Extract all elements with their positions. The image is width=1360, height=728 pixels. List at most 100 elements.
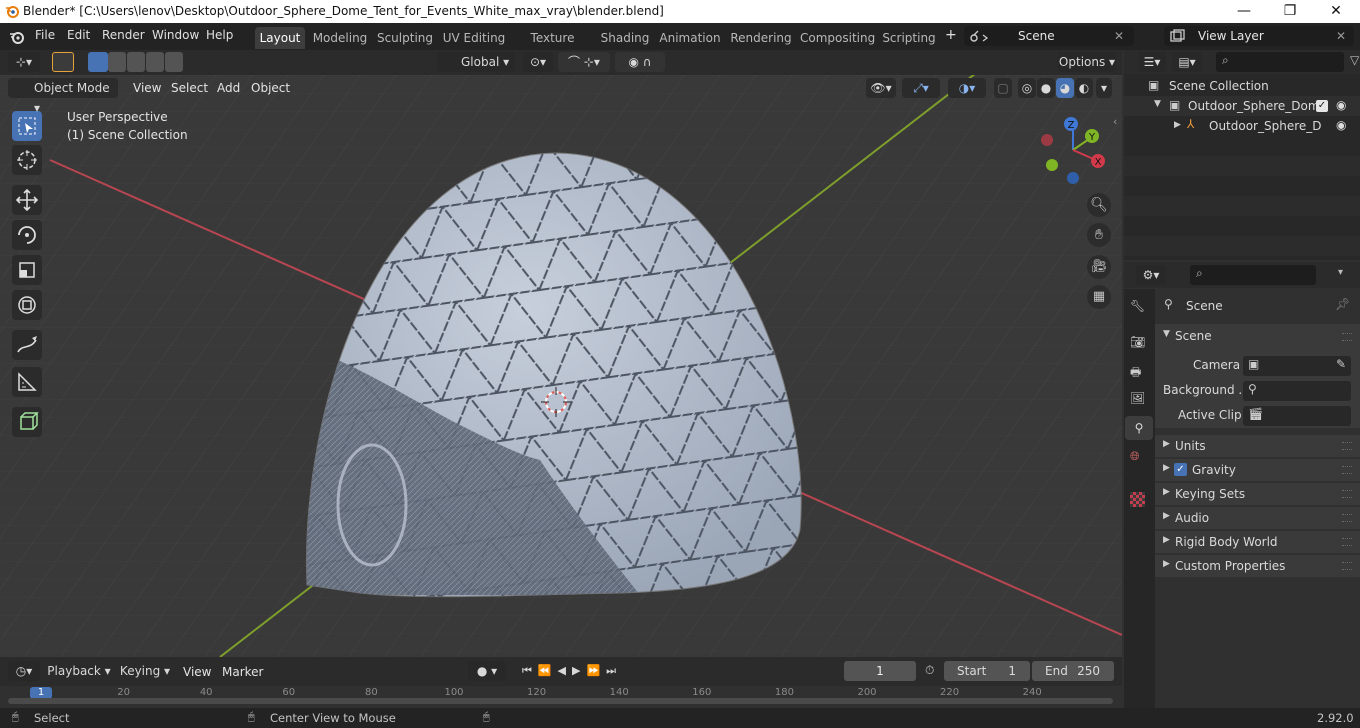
properties-options-icon[interactable]: ▾ [1338,267,1343,278]
annotate-tool-button[interactable] [12,330,42,360]
overlay-toggle[interactable]: ◑▾ [948,78,986,98]
minimize-button[interactable]: — [1221,0,1267,23]
viewport-menu-view[interactable]: View [133,81,161,95]
units-panel-header[interactable]: ▶ Units [1155,435,1360,457]
camera-field[interactable]: ▣ ✎ [1243,356,1351,376]
zoom-icon[interactable]: 🔍︎ [1087,193,1111,217]
blender-menu-icon[interactable] [9,29,25,45]
proportional-edit-toggle[interactable]: ◉ ∩ [615,52,665,72]
transform-orientation-dropdown[interactable]: Global ▾ [437,52,515,72]
scene-panel-header[interactable]: ▼ Scene [1155,324,1360,348]
tool-tab-icon[interactable]: 🔧︎ [1130,299,1145,313]
rotate-tool-button[interactable] [12,220,42,250]
close-window-button[interactable]: ✕ [1313,0,1359,23]
outliner-row-collection[interactable]: ▼ ▣ Outdoor_Sphere_Dome_T ✓ ◉ [1124,96,1360,116]
visibility-dropdown[interactable]: 👁︎▾ [866,78,896,98]
scale-tool-button[interactable] [12,255,42,285]
select-mode-subtract-icon[interactable] [127,52,145,72]
editor-type-button[interactable]: ⊹▾ [8,52,40,72]
visibility-eye-icon[interactable]: ◉ [1336,98,1346,112]
timeline-ruler[interactable]: 20 40 60 80 100 120 140 160 180 200 220 240 1 [0,686,1122,708]
audio-panel-header[interactable]: ▶ Audio [1155,507,1360,529]
outliner-search-input[interactable]: ⌕ [1216,52,1344,72]
outliner-editor-type[interactable]: ☰▾ [1138,52,1166,72]
add-workspace-button[interactable]: + [945,27,957,43]
scene-selector[interactable]: Scene ✕ [964,26,1134,46]
object-mode-dropdown[interactable]: Object Mode ▾ [8,78,118,115]
gravity-panel-header[interactable]: ▶ ✓ Gravity [1155,459,1360,481]
gizmo-toggle[interactable]: ⤢▾ [902,78,940,98]
material-shading-button[interactable]: ◕ [1056,78,1074,98]
collapse-arrow-icon[interactable]: ▶ [1174,120,1181,130]
outliner-row-root[interactable]: ▣ Scene Collection [1124,76,1360,96]
world-tab-icon[interactable]: 🌐︎ [1130,449,1140,464]
snap-toggle[interactable]: ⌒ ⊹▾ [558,52,610,72]
properties-editor-type[interactable]: ⚙▾ [1136,265,1166,285]
tab-rendering[interactable]: Rendering [730,27,792,49]
active-clip-field[interactable]: 🎬︎ [1243,406,1351,426]
timeline-marker-menu[interactable]: Marker [222,665,263,679]
timeline-view-menu[interactable]: View [183,665,211,679]
drag-grip-icon[interactable] [1342,514,1352,522]
pan-hand-icon[interactable]: ✋︎ [1087,223,1111,247]
drag-grip-icon[interactable] [1342,562,1352,570]
drag-grip-icon[interactable] [1342,490,1352,498]
output-tab-icon[interactable]: 🖶 [1130,363,1141,384]
timeline-scrollbar[interactable] [8,698,1113,704]
scene-delete-icon[interactable]: ✕ [1114,26,1124,46]
tab-scripting[interactable]: Scripting [881,27,937,49]
options-dropdown[interactable]: Options ▾ [1058,52,1116,72]
tab-animation[interactable]: Animation [658,27,722,49]
drag-grip-icon[interactable] [1342,442,1352,450]
sidebar-toggle-icon[interactable]: ‹ [1113,115,1117,128]
menu-help[interactable]: Help [206,28,233,42]
select-mode-extend-icon[interactable] [108,52,126,72]
view-layer-selector[interactable]: View Layer ✕ [1164,26,1354,46]
current-frame-field[interactable]: 1 [844,661,916,681]
filter-icon[interactable]: ▽ [1350,53,1359,67]
menu-window[interactable]: Window [152,28,199,42]
move-tool-button[interactable] [12,185,42,215]
drag-grip-icon[interactable] [1342,333,1352,341]
maximize-button[interactable]: ❐ [1267,0,1313,23]
add-cube-tool-button[interactable] [12,407,42,437]
xray-toggle[interactable]: ▢ [994,78,1012,98]
wireframe-shading-button[interactable]: ◎ [1018,78,1036,98]
cursor-tool-button[interactable] [12,145,42,175]
start-frame-field[interactable]: Start 1 [944,661,1030,681]
outliner-row-object[interactable]: ▶ ⅄ Outdoor_Sphere_Dor ◉ [1124,116,1360,136]
stopwatch-icon[interactable]: ⏱ [925,663,934,678]
exclude-checkbox[interactable]: ✓ [1316,100,1328,112]
measure-tool-button[interactable] [12,367,42,397]
pin-icon[interactable]: 📌︎ [1335,297,1350,311]
select-mode-intersect-icon[interactable] [165,52,183,72]
keying-menu[interactable]: Keying ▾ [116,661,174,681]
viewport-menu-select[interactable]: Select [171,81,208,95]
rendered-shading-button[interactable]: ◐ [1075,78,1093,98]
tab-texture-paint[interactable]: Texture Paint [514,27,591,67]
outliner-display-mode[interactable]: ▤▾ [1172,52,1202,72]
tab-shading[interactable]: Shading [598,27,652,49]
visibility-eye-icon[interactable]: ◉ [1336,118,1346,132]
viewport-menu-object[interactable]: Object [251,81,290,95]
select-mode-new-icon[interactable] [88,52,108,72]
drag-grip-icon[interactable] [1342,466,1352,474]
rigid-body-world-panel-header[interactable]: ▶ Rigid Body World [1155,531,1360,553]
pivot-point-dropdown[interactable]: ⊙▾ [523,52,553,72]
tab-compositing[interactable]: Compositing [800,27,875,49]
view-layer-delete-icon[interactable]: ✕ [1336,26,1346,46]
shading-options-dropdown[interactable]: ▾ [1096,78,1112,98]
gravity-checkbox[interactable]: ✓ [1174,463,1187,476]
menu-render[interactable]: Render [102,28,145,42]
end-frame-field[interactable]: End 250 [1032,661,1114,681]
playback-menu[interactable]: Playback ▾ [46,661,112,681]
drag-grip-icon[interactable] [1342,538,1352,546]
viewport-menu-add[interactable]: Add [217,81,240,95]
camera-view-icon[interactable]: 🎥︎ [1087,255,1111,279]
auto-keying-toggle[interactable]: ● ▾ [468,661,506,681]
3d-viewport[interactable]: Z Y X User Perspective (1) Scene Collect… [0,75,1122,657]
menu-edit[interactable]: Edit [67,28,90,42]
tab-modeling[interactable]: Modeling [309,27,371,49]
expand-arrow-icon[interactable]: ▼ [1154,99,1161,109]
solid-shading-button[interactable]: ● [1037,78,1055,98]
